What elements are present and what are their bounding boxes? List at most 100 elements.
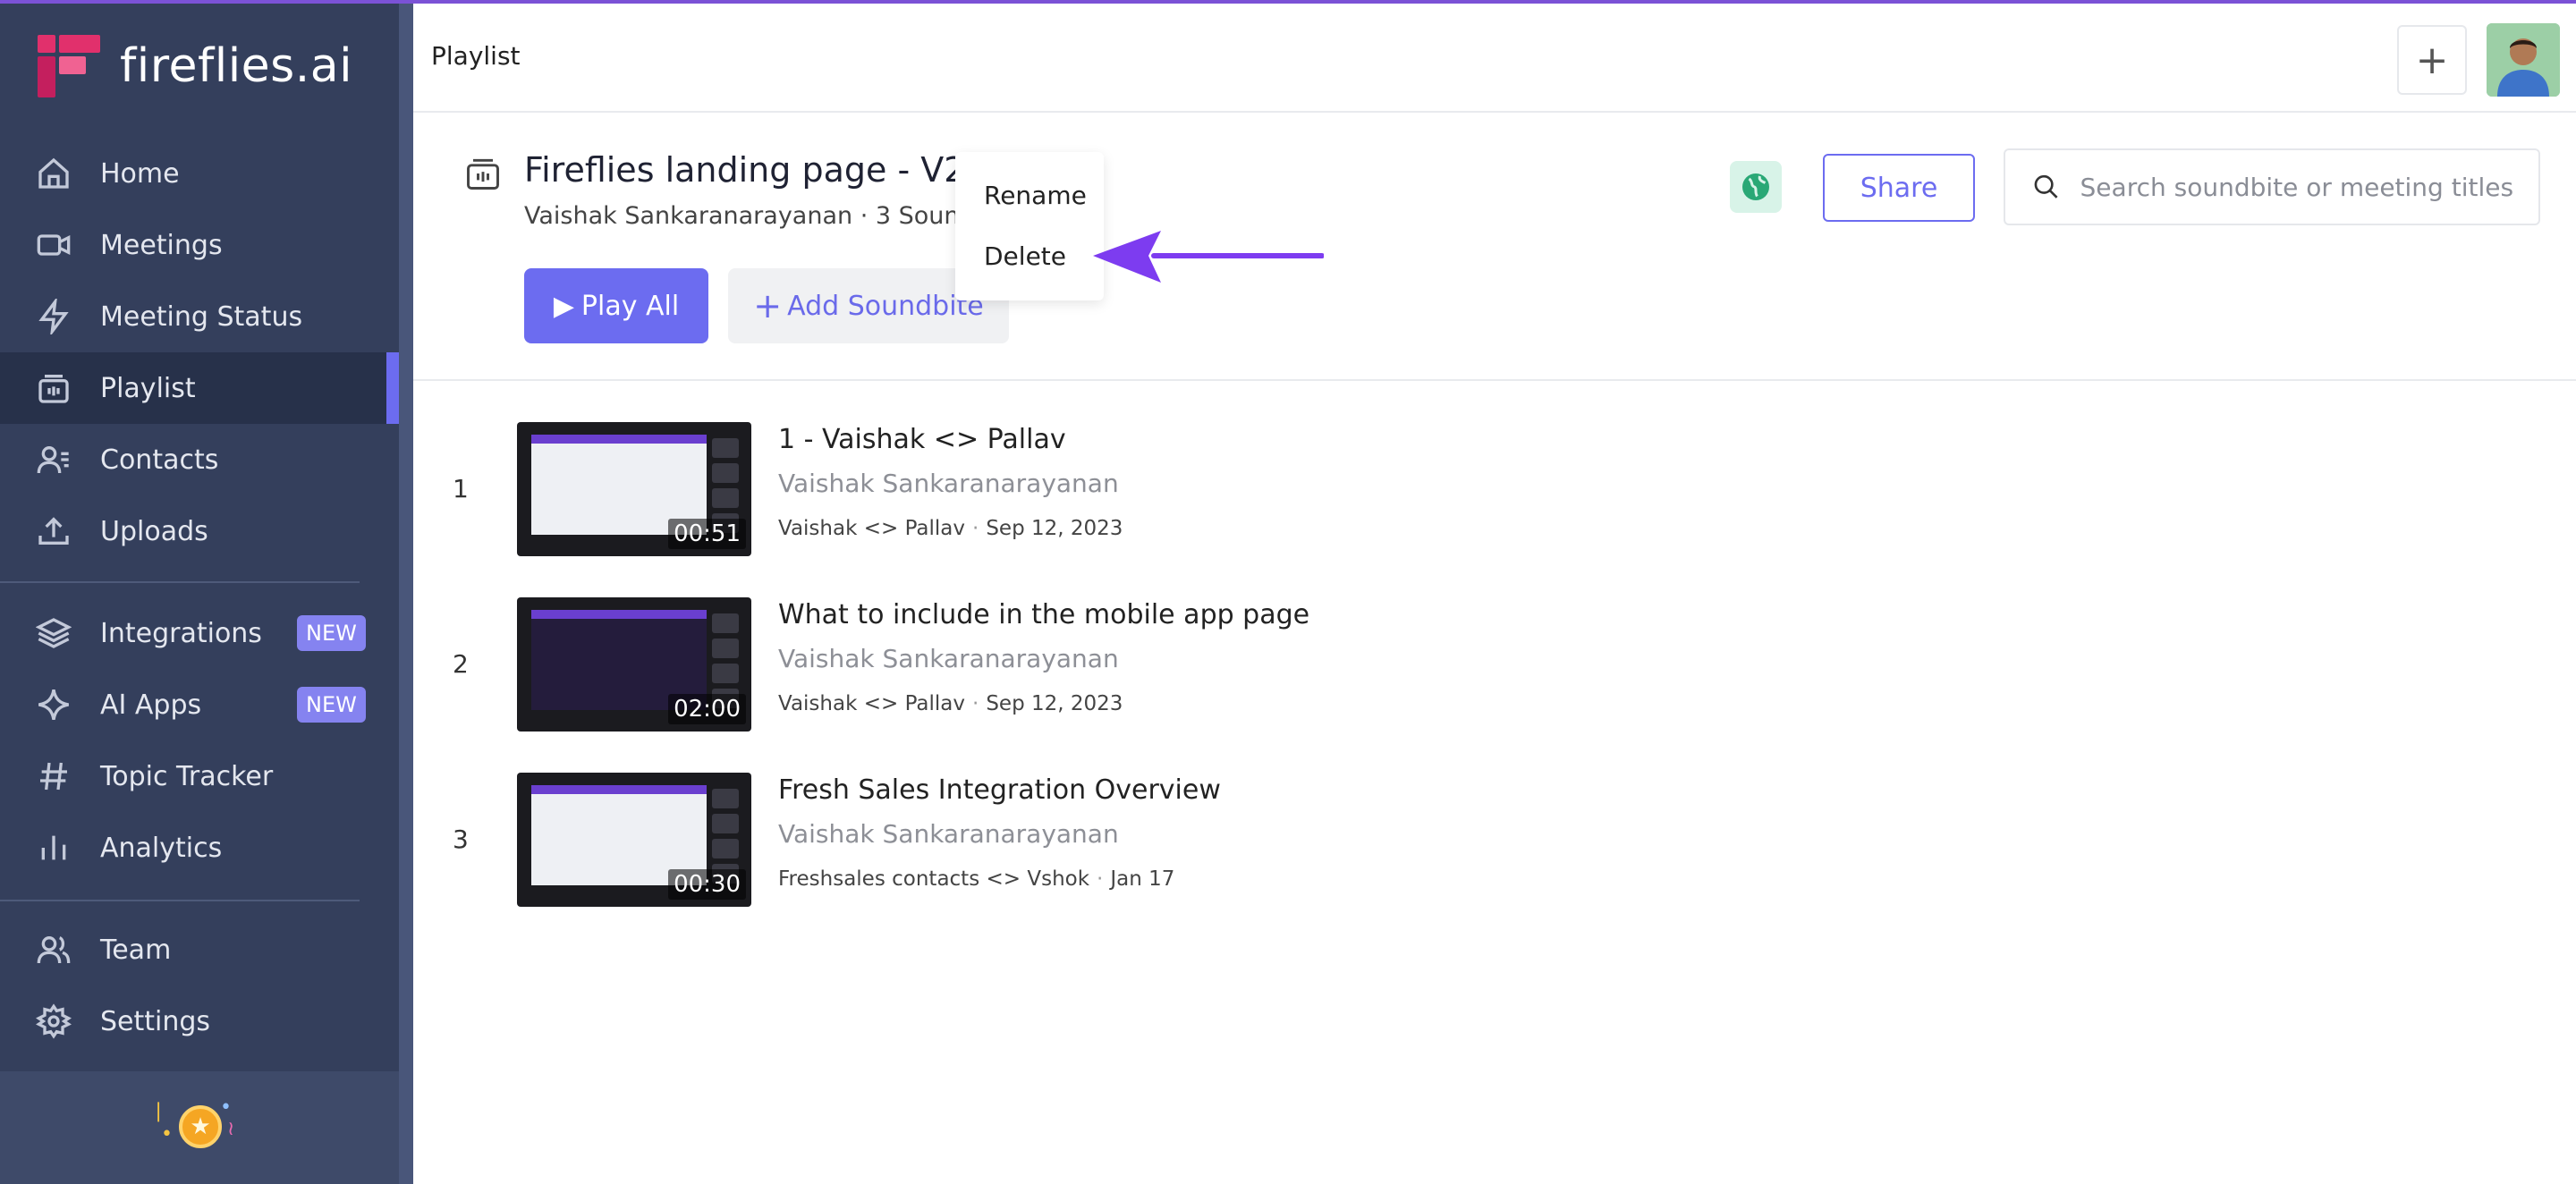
- sidebar: fireflies.ai Home Meetings Meeting Statu…: [0, 0, 399, 1184]
- rewards-trophy-icon[interactable]: ❘ • ★ ≀ •: [150, 1096, 249, 1159]
- play-all-label: Play All: [580, 290, 680, 322]
- play-icon: ▶: [553, 290, 574, 322]
- fireflies-logo-icon: [38, 35, 100, 97]
- soundbite-meeting[interactable]: Vaishak <> Pallav: [778, 692, 965, 715]
- soundbite-meta: Freshsales contacts <> Vshok · Jan 17: [778, 867, 1174, 891]
- sidebar-item-integrations[interactable]: Integrations NEW: [0, 597, 399, 669]
- sidebar-item-topic-tracker[interactable]: Topic Tracker: [0, 740, 399, 812]
- soundbite-thumbnail[interactable]: 02:00: [517, 597, 751, 732]
- sidebar-item-playlist[interactable]: Playlist: [0, 352, 399, 424]
- star-coin-icon: ★: [179, 1105, 222, 1148]
- soundbite-date: Sep 12, 2023: [986, 517, 1123, 540]
- soundbite-row[interactable]: 1 00:51 1 - Vaishak <> Pallav Vaishak Sa…: [413, 422, 2576, 556]
- confetti-icon: •: [220, 1096, 232, 1119]
- soundbite-index: 2: [453, 649, 469, 679]
- thumbnail-bar: [531, 785, 707, 794]
- annotation-arrow-icon: [1093, 231, 1324, 283]
- sidebar-item-uploads[interactable]: Uploads: [0, 495, 399, 567]
- search-input[interactable]: [2080, 172, 2538, 202]
- search-icon: [2034, 174, 2058, 199]
- layers-icon: [34, 613, 73, 653]
- separator-dot: ·: [1097, 867, 1104, 891]
- separator-dot: ·: [972, 517, 979, 540]
- playlist-title: Fireflies landing page - V2: [524, 150, 966, 190]
- delete-menu-item[interactable]: Delete: [984, 241, 1066, 271]
- sidebar-item-ai-apps[interactable]: AI Apps NEW: [0, 669, 399, 740]
- sidebar-item-label: Analytics: [100, 832, 223, 864]
- team-icon: [34, 930, 73, 969]
- play-all-button[interactable]: ▶ Play All: [524, 268, 708, 343]
- soundbite-title[interactable]: What to include in the mobile app page: [778, 599, 1309, 630]
- soundbite-index: 3: [453, 825, 469, 854]
- thumbnail-participants: [712, 438, 742, 533]
- sparkle-icon: [34, 685, 73, 724]
- soundbite-date: Sep 12, 2023: [986, 692, 1123, 715]
- soundbite-title[interactable]: Fresh Sales Integration Overview: [778, 774, 1221, 806]
- sidebar-divider: [0, 900, 360, 901]
- sidebar-item-label: Uploads: [100, 515, 208, 547]
- sidebar-item-label: Topic Tracker: [100, 760, 274, 792]
- sidebar-item-analytics[interactable]: Analytics: [0, 812, 399, 884]
- sidebar-item-label: Meeting Status: [100, 300, 303, 333]
- sidebar-item-contacts[interactable]: Contacts: [0, 424, 399, 495]
- globe-icon: [1742, 173, 1769, 200]
- soundbite-duration: 02:00: [668, 694, 746, 724]
- new-badge: NEW: [297, 687, 366, 723]
- soundbite-thumbnail[interactable]: 00:30: [517, 773, 751, 907]
- soundbite-row[interactable]: 2 02:00 What to include in the mobile ap…: [413, 597, 2576, 732]
- sidebar-item-team[interactable]: Team: [0, 914, 399, 985]
- soundbite-author: Vaishak Sankaranarayanan: [778, 819, 1119, 849]
- brand-logo[interactable]: fireflies.ai: [38, 34, 352, 98]
- soundbite-meeting[interactable]: Freshsales contacts <> Vshok: [778, 867, 1089, 891]
- soundbite-thumbnail[interactable]: 00:51: [517, 422, 751, 556]
- new-badge: NEW: [297, 615, 366, 651]
- soundbite-duration: 00:30: [668, 869, 746, 900]
- plus-icon: +: [753, 286, 783, 326]
- soundbite-meta: Vaishak <> Pallav · Sep 12, 2023: [778, 517, 1123, 540]
- confetti-icon: ❘: [150, 1100, 167, 1122]
- soundbite-duration: 00:51: [668, 519, 746, 549]
- share-button[interactable]: Share: [1823, 154, 1975, 222]
- sidebar-footer: ❘ • ★ ≀ •: [0, 1071, 399, 1184]
- sidebar-item-label: Meetings: [100, 229, 223, 261]
- add-button[interactable]: +: [2397, 25, 2467, 95]
- brand-name: fireflies.ai: [120, 39, 353, 93]
- sidebar-item-settings[interactable]: Settings: [0, 985, 399, 1057]
- soundbite-index: 1: [453, 474, 469, 503]
- top-accent-line: [0, 0, 2576, 4]
- sidebar-item-meetings[interactable]: Meetings: [0, 209, 399, 281]
- sidebar-item-label: Settings: [100, 1005, 211, 1037]
- sidebar-item-home[interactable]: Home: [0, 138, 399, 209]
- upload-icon: [34, 512, 73, 551]
- public-visibility-button[interactable]: [1730, 161, 1782, 213]
- home-icon: [34, 154, 73, 193]
- bar-chart-icon: [34, 828, 73, 867]
- gear-icon: [34, 1002, 73, 1041]
- sidebar-scroll-strip: [399, 0, 413, 1184]
- sidebar-item-label: Team: [100, 934, 172, 966]
- sidebar-item-meeting-status[interactable]: Meeting Status: [0, 281, 399, 352]
- thumbnail-participants: [712, 789, 742, 884]
- sidebar-item-label: Integrations: [100, 617, 262, 649]
- avatar[interactable]: [2487, 23, 2560, 97]
- thumbnail-participants: [712, 613, 742, 708]
- search-box: [2004, 148, 2540, 225]
- contacts-icon: [34, 440, 73, 479]
- rename-menu-item[interactable]: Rename: [984, 181, 1087, 210]
- confetti-icon: •: [161, 1123, 173, 1146]
- sidebar-item-label: Contacts: [100, 444, 219, 476]
- sidebar-divider: [0, 581, 360, 583]
- separator-dot: ·: [972, 692, 979, 715]
- playlist-icon: [467, 158, 499, 190]
- hash-icon: [34, 757, 73, 796]
- playlist-options-menu: Rename Delete: [955, 152, 1104, 300]
- thumbnail-bar: [531, 610, 707, 619]
- soundbite-title[interactable]: 1 - Vaishak <> Pallav: [778, 424, 1066, 455]
- sidebar-item-label: Playlist: [100, 372, 196, 404]
- soundbite-row[interactable]: 3 00:30 Fresh Sales Integration Overview…: [413, 773, 2576, 907]
- confetti-icon: ≀: [227, 1118, 235, 1140]
- soundbite-meeting[interactable]: Vaishak <> Pallav: [778, 517, 965, 540]
- user-avatar-icon: [2487, 23, 2560, 97]
- add-soundbite-label: Add Soundbite: [787, 290, 984, 322]
- soundbite-date: Jan 17: [1110, 867, 1175, 891]
